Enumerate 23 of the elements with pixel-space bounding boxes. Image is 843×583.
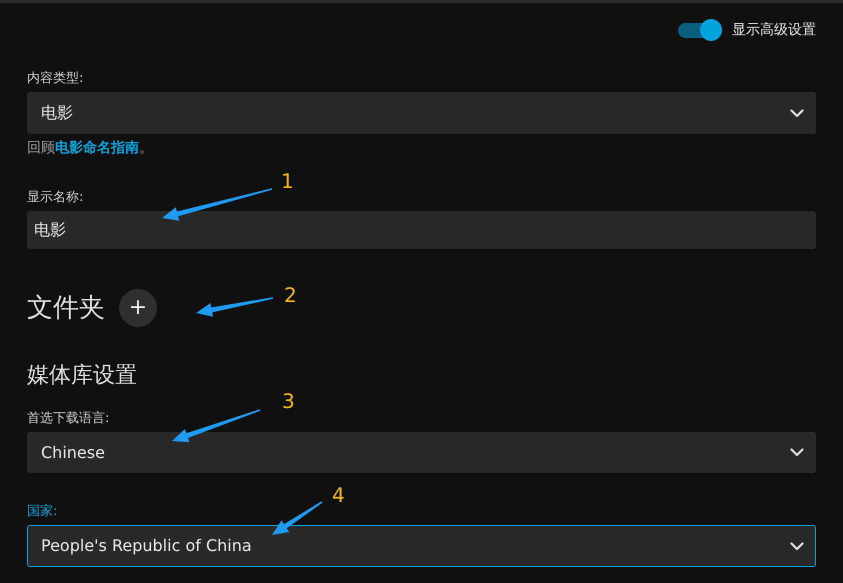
annotation-arrow [272,501,322,535]
naming-guide-link[interactable]: 电影命名指南 [55,140,139,156]
annotation-number: 1 [281,169,294,193]
input-field[interactable]: 电影 [27,211,816,249]
naming-hint: 回顾电影命名指南。 [27,139,154,157]
section-heading: 媒体库设置 [27,362,137,390]
chevron-down-icon [790,542,804,550]
add-folder-button[interactable]: + [119,289,157,327]
select-field[interactable]: People's Republic of China [27,525,816,567]
select-field[interactable]: Chinese [27,432,816,473]
annotation-number: 3 [282,389,295,413]
chevron-down-icon [790,108,804,118]
annotation-number: 4 [332,483,345,507]
toggle-label: 显示高级设置 [732,20,816,40]
select-field[interactable]: 电影 [27,92,816,134]
toggle-switch[interactable] [678,20,722,40]
field-label: 国家: [27,503,58,521]
chevron-down-icon [790,448,804,457]
field-label: 显示名称: [27,189,84,207]
field-label: 首选下载语言: [27,410,110,428]
field-label: 内容类型: [27,70,84,88]
section-heading: 文件夹 [27,292,105,325]
annotation-number: 2 [284,283,297,307]
